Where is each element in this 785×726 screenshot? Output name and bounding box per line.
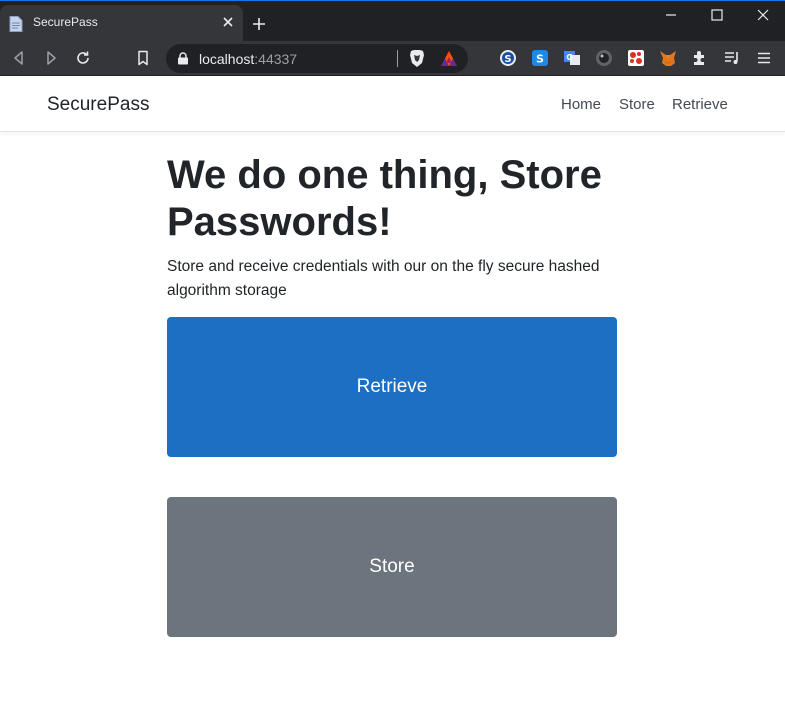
browser-tabstrip: SecurePass	[0, 0, 785, 42]
translate-extension-icon[interactable]: G	[563, 49, 581, 67]
hero-lead-text: Store and receive credentials with our o…	[167, 258, 600, 299]
url-port: :44337	[254, 51, 298, 67]
store-button-label: Store	[369, 556, 415, 577]
hero-headline: We do one thing, Store Passwords!	[167, 152, 637, 246]
url-text: localhost:44337	[199, 51, 297, 67]
dark-sphere-extension-icon[interactable]	[595, 49, 613, 67]
bookmark-icon[interactable]	[134, 49, 152, 67]
browser-tab[interactable]: SecurePass	[0, 5, 243, 42]
document-icon	[9, 16, 23, 32]
reload-icon[interactable]	[74, 49, 92, 67]
back-icon[interactable]	[10, 49, 28, 67]
lock-icon[interactable]	[177, 52, 189, 65]
svg-text:G: G	[566, 53, 573, 62]
url-host: localhost	[199, 51, 255, 67]
close-tab-icon[interactable]	[220, 14, 236, 30]
s-square-extension-icon[interactable]: S	[531, 49, 549, 67]
maximize-icon[interactable]	[709, 7, 725, 23]
close-window-icon[interactable]	[755, 7, 771, 23]
address-bar[interactable]: localhost:44337	[166, 44, 468, 73]
retrieve-button-label: Retrieve	[356, 376, 428, 397]
forward-icon[interactable]	[42, 49, 60, 67]
new-tab-icon[interactable]	[251, 16, 267, 32]
svg-text:S: S	[504, 54, 511, 65]
store-button[interactable]: Store	[167, 497, 617, 637]
svg-text:S: S	[536, 53, 544, 66]
headline-end: !	[378, 200, 392, 244]
headline-plain: We do one thing,	[167, 153, 500, 197]
red-pattern-extension-icon[interactable]	[627, 49, 645, 67]
browser-toolbar: localhost:44337 S S G	[0, 41, 785, 76]
media-queue-icon[interactable]	[723, 49, 741, 67]
brave-rewards-icon[interactable]	[440, 50, 458, 67]
omnibox-divider	[397, 50, 398, 67]
metamask-fox-icon[interactable]	[659, 49, 677, 67]
nav-link-store[interactable]: Store	[619, 96, 655, 113]
tab-title: SecurePass	[33, 15, 98, 29]
navbar-brand[interactable]: SecurePass	[47, 94, 149, 116]
s-circle-extension-icon[interactable]: S	[499, 49, 517, 67]
brave-shields-icon[interactable]	[408, 49, 426, 68]
page-content: SecurePass Home Store Retrieve We do one…	[0, 77, 785, 726]
nav-link-retrieve[interactable]: Retrieve	[672, 96, 728, 113]
retrieve-button[interactable]: Retrieve	[167, 317, 617, 457]
extensions-puzzle-icon[interactable]	[691, 49, 709, 67]
site-navbar: SecurePass Home Store Retrieve	[0, 77, 785, 132]
nav-link-home[interactable]: Home	[561, 96, 601, 113]
minimize-icon[interactable]	[663, 7, 679, 23]
browser-menu-icon[interactable]	[755, 49, 773, 67]
